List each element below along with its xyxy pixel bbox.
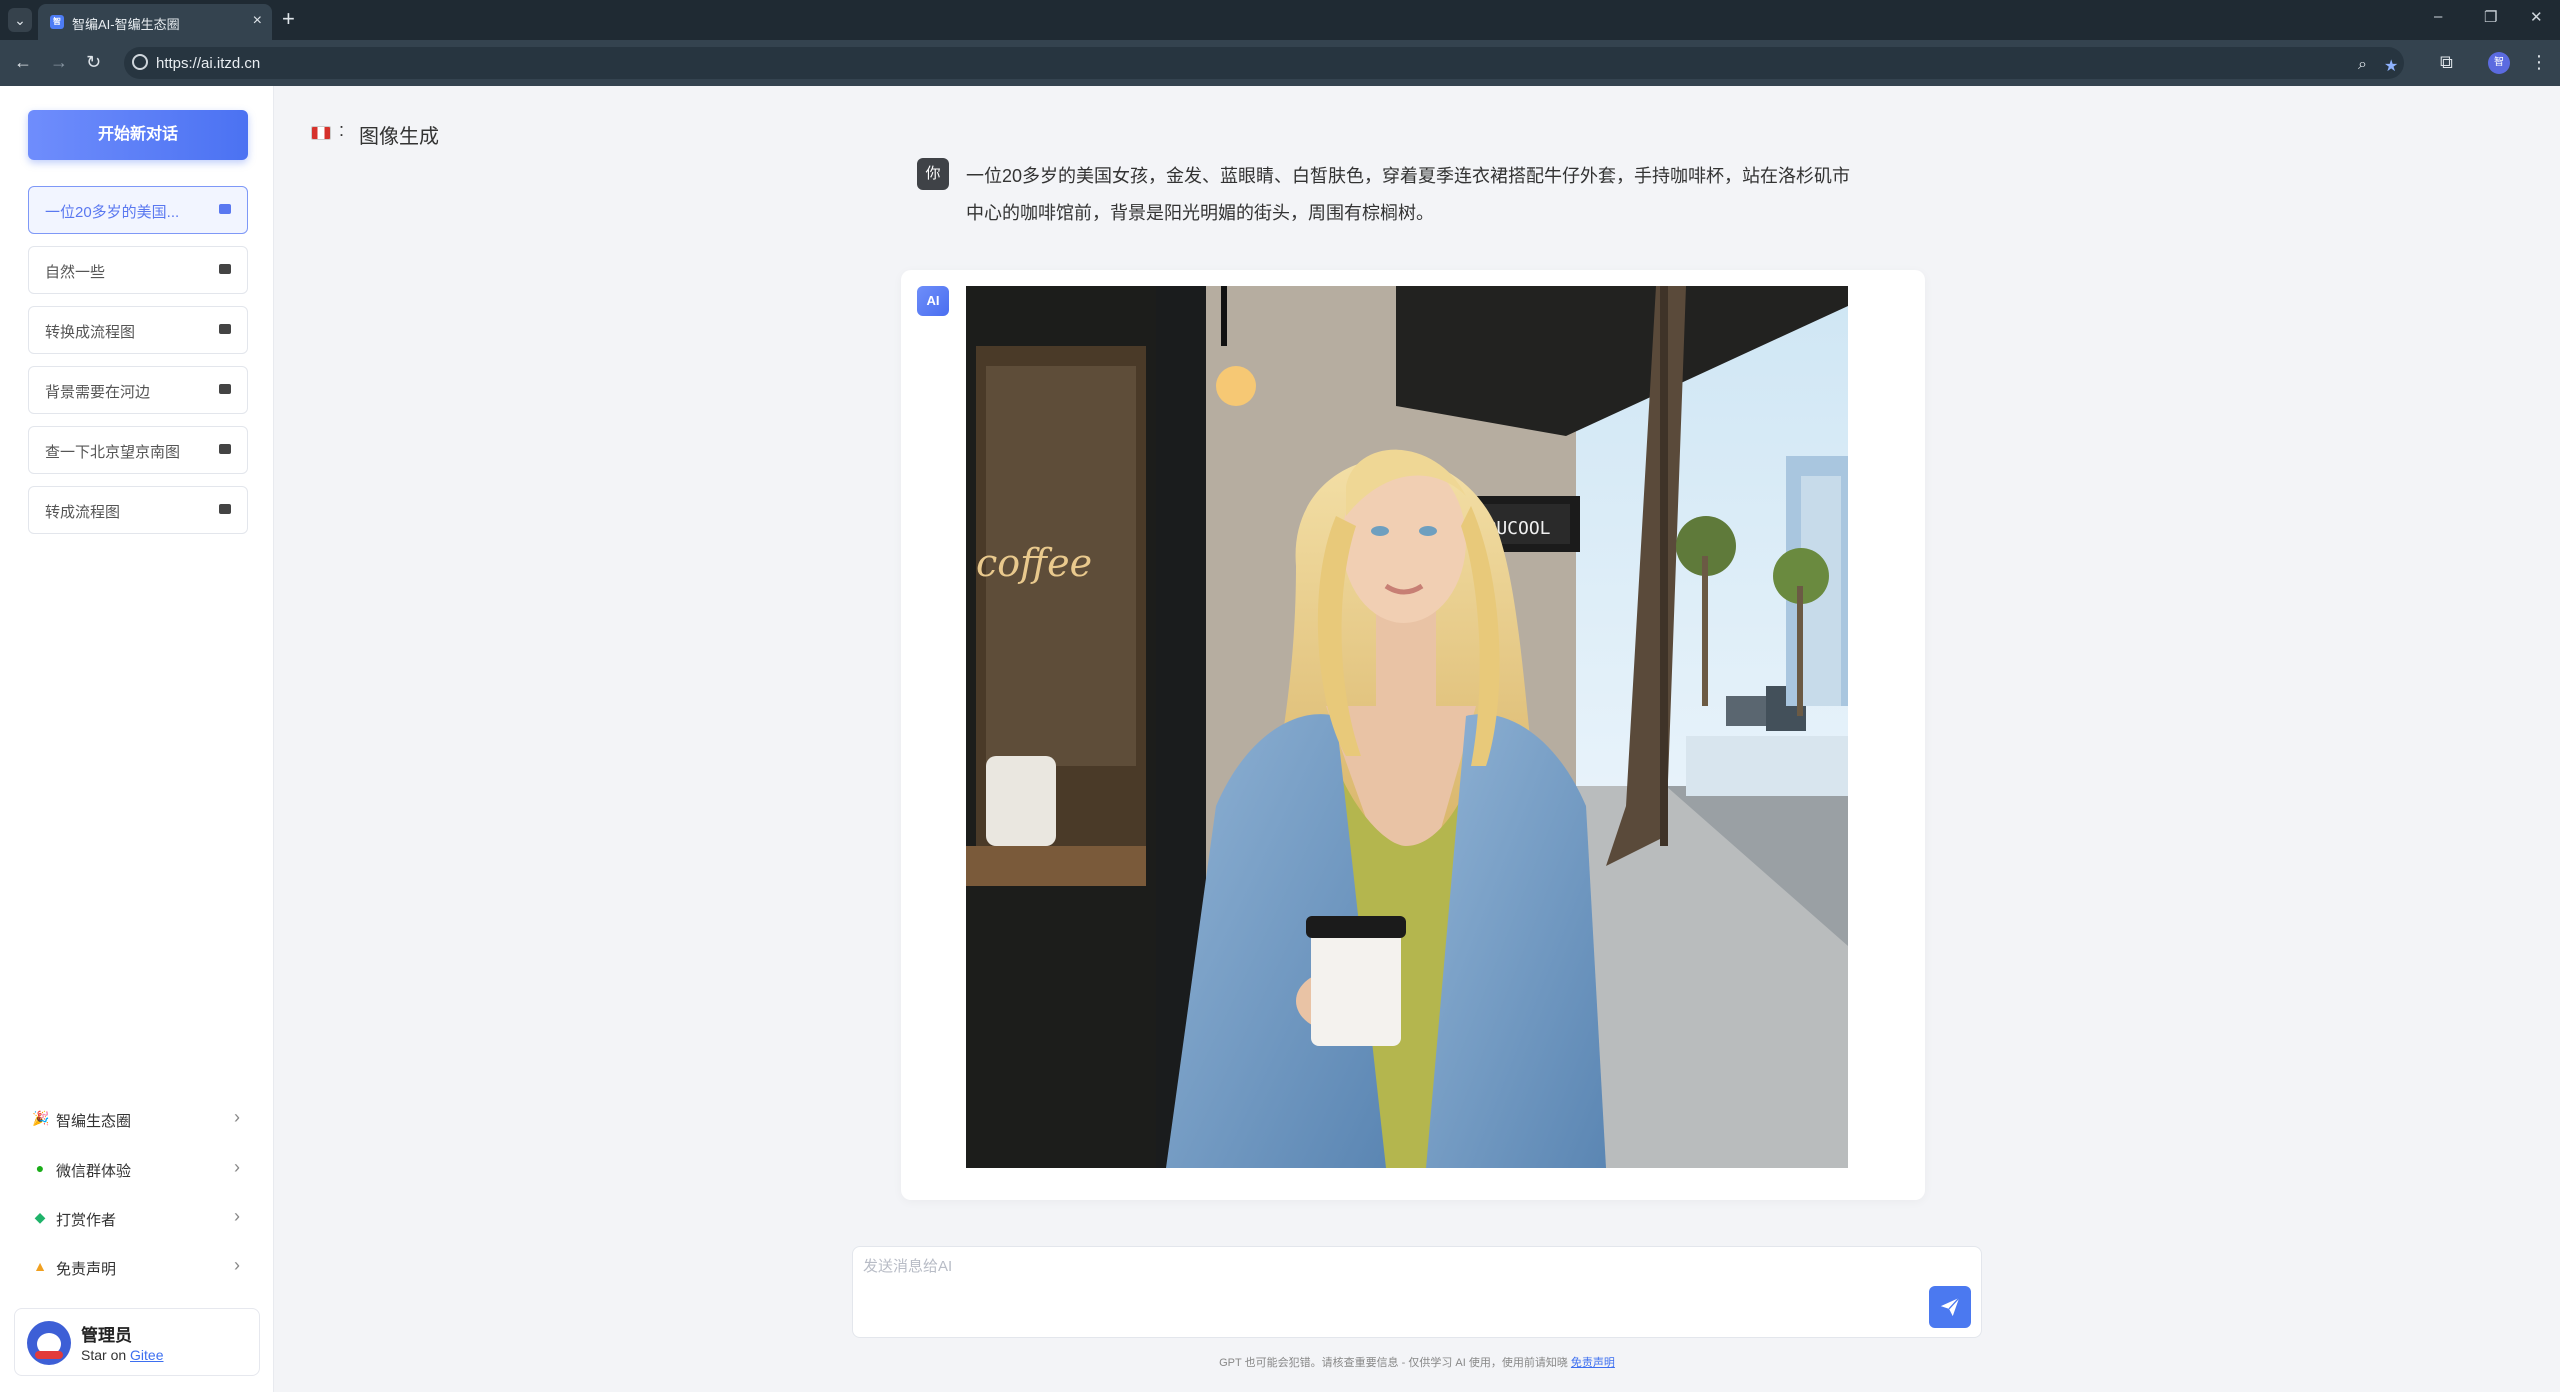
profile-avatar[interactable]: 智 [2488, 52, 2510, 74]
sidebar-link-ecosystem[interactable]: 🎉 智编生态圈 › [28, 1099, 248, 1139]
message-input-box[interactable] [852, 1246, 1982, 1338]
address-bar[interactable]: https://ai.itzd.cn ⌕ ★ [124, 47, 2404, 79]
tab-search-chevron-icon[interactable]: ⌄ [8, 8, 32, 32]
browser-tabbar: ⌄ 智 智编AI-智编生态圈 × + – ❐ ✕ [0, 0, 2560, 40]
ai-message-avatar: AI [917, 286, 949, 316]
tab-close-icon[interactable]: × [253, 12, 262, 30]
conversation-item[interactable]: 查一下北京望京南图 [28, 426, 248, 474]
sidebar-link-label: 免责声明 [56, 1261, 117, 1278]
footer-disclaimer: GPT 也可能会犯错。请核查重要信息 - 仅供学习 AI 使用，使用前请知晓 免… [852, 1354, 1982, 1370]
chat-bubble-icon [219, 444, 231, 454]
user-card: 管理员 Star on Gitee [14, 1308, 260, 1376]
avatar [27, 1321, 71, 1365]
sidebar-link-wechat[interactable]: ● 微信群体验 › [28, 1149, 248, 1189]
sidebar-link-tip-author[interactable]: ◆ 打赏作者 › [28, 1198, 248, 1238]
sidebar: 开始新对话 一位20多岁的美国... 自然一些 转换成流程图 背景需要在河边 查… [0, 86, 274, 1392]
tab-title: 智编AI-智编生态圈 [72, 17, 180, 32]
chevron-right-icon: › [234, 1206, 240, 1226]
chat-bubble-icon [219, 204, 231, 214]
new-chat-button[interactable]: 开始新对话 [28, 110, 248, 160]
conversation-label: 背景需要在河边 [45, 384, 151, 401]
conversation-item[interactable]: 自然一些 [28, 246, 248, 294]
site-info-icon[interactable] [132, 54, 148, 70]
party-popper-icon: 🎉 [32, 1110, 50, 1126]
ai-message-card: AI PUCOOL coffee [901, 270, 1925, 1200]
browser-menu-icon[interactable]: ⋮ [2530, 52, 2548, 73]
sidebar-link-label: 微信群体验 [56, 1163, 132, 1180]
chat-bubble-icon [219, 384, 231, 394]
generated-image[interactable]: PUCOOL coffee [966, 286, 1848, 1168]
reload-icon[interactable]: ↻ [86, 52, 101, 73]
restore-icon[interactable]: ❐ [2484, 8, 2497, 26]
minimize-icon[interactable]: – [2434, 8, 2442, 25]
conversation-item[interactable]: 背景需要在河边 [28, 366, 248, 414]
warning-icon: ▲ [33, 1258, 47, 1274]
chat-main: : 图像生成 你 一位20多岁的美国女孩，金发、蓝眼睛、白皙肤色，穿着夏季连衣裙… [275, 86, 2560, 1392]
message-input[interactable] [863, 1255, 1903, 1325]
conversation-label: 自然一些 [45, 264, 106, 281]
gitee-link[interactable]: Gitee [130, 1347, 163, 1363]
sidebar-link-label: 智编生态圈 [56, 1113, 132, 1130]
chat-bubble-icon [219, 324, 231, 334]
extensions-icon[interactable]: ⧉ [2440, 52, 2453, 73]
user-message-avatar: 你 [917, 158, 949, 190]
tab-favicon: 智 [50, 15, 64, 29]
bookmark-star-icon[interactable]: ★ [2384, 56, 2398, 76]
footer-text: GPT 也可能会犯错。请核查重要信息 - 仅供学习 AI 使用，使用前请知晓 [1219, 1357, 1571, 1369]
conversation-label: 转成流程图 [45, 504, 121, 521]
conversation-item[interactable]: 一位20多岁的美国... [28, 186, 248, 234]
wechat-icon: ● [35, 1160, 45, 1176]
window-coffee-text: coffee [976, 541, 1092, 585]
conversation-label: 一位20多岁的美国... [45, 204, 180, 221]
user-name: 管理员 [81, 1326, 132, 1345]
mode-label: 图像生成 [359, 126, 439, 148]
chat-bubble-icon [219, 504, 231, 514]
conversation-label: 查一下北京望京南图 [45, 444, 181, 461]
footer-disclaimer-link[interactable]: 免责声明 [1571, 1357, 1615, 1369]
conversation-item[interactable]: 转成流程图 [28, 486, 248, 534]
star-prefix-text: Star on [81, 1347, 131, 1363]
new-tab-plus-icon[interactable]: + [282, 6, 295, 32]
chat-bubble-icon [219, 264, 231, 274]
send-button[interactable] [1929, 1286, 1971, 1328]
sidebar-link-label: 打赏作者 [56, 1212, 117, 1229]
url-text[interactable]: https://ai.itzd.cn [156, 55, 260, 72]
forward-arrow-icon[interactable]: → [50, 52, 68, 73]
chevron-right-icon: › [234, 1107, 240, 1127]
window-close-icon[interactable]: ✕ [2530, 8, 2543, 26]
back-arrow-icon[interactable]: ← [14, 52, 32, 73]
mode-flag-icon [311, 126, 331, 140]
zoom-icon[interactable]: ⌕ [2358, 56, 2367, 74]
user-message-text: 一位20多岁的美国女孩，金发、蓝眼睛、白皙肤色，穿着夏季连衣裙搭配牛仔外套，手持… [966, 166, 1851, 223]
diamond-icon: ◆ [34, 1209, 46, 1225]
conversation-item[interactable]: 转换成流程图 [28, 306, 248, 354]
browser-toolbar: ← → ↻ https://ai.itzd.cn ⌕ ★ ⧉ 智 ⋮ [0, 40, 2560, 86]
send-plane-icon [1940, 1297, 1960, 1317]
conversation-label: 转换成流程图 [45, 324, 136, 341]
chevron-right-icon: › [234, 1255, 240, 1275]
mode-separator: : [339, 120, 345, 140]
star-on-gitee: Star on Gitee [81, 1347, 164, 1363]
chevron-right-icon: › [234, 1157, 240, 1177]
browser-tab-active[interactable]: 智 智编AI-智编生态圈 × [38, 4, 272, 40]
sidebar-link-disclaimer[interactable]: ▲ 免责声明 › [28, 1247, 248, 1287]
